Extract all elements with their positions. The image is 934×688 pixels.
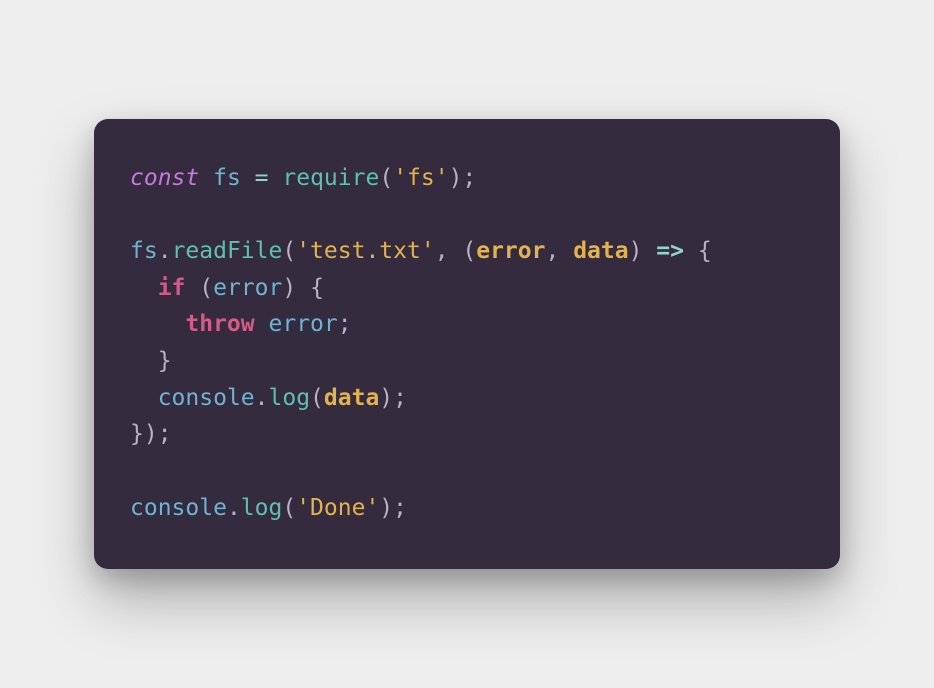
code-token: fs <box>130 238 158 264</box>
code-token: 'fs' <box>393 165 448 191</box>
code-token: . <box>158 238 172 264</box>
code-token: ( <box>282 495 296 521</box>
code-token: fs <box>213 165 241 191</box>
code-token: throw <box>185 311 254 337</box>
code-token <box>130 275 158 301</box>
code-token <box>130 311 185 337</box>
code-token: log <box>269 385 311 411</box>
code-token <box>241 165 255 191</box>
code-token: const <box>130 165 199 191</box>
code-content: const fs = require('fs'); fs.readFile('t… <box>130 165 712 521</box>
code-token: , ( <box>435 238 477 264</box>
code-token <box>199 165 213 191</box>
code-token: ); <box>449 165 477 191</box>
code-token: ( <box>379 165 393 191</box>
code-token: ; <box>338 311 352 337</box>
code-token <box>130 348 158 374</box>
code-token: data <box>573 238 628 264</box>
code-token: 'test.txt' <box>296 238 434 264</box>
code-token: readFile <box>172 238 283 264</box>
code-token: error <box>269 311 338 337</box>
code-token <box>269 165 283 191</box>
code-token: log <box>241 495 283 521</box>
code-token: ); <box>379 385 407 411</box>
code-token: ); <box>379 495 407 521</box>
code-token <box>255 311 269 337</box>
code-token: }); <box>130 421 172 447</box>
code-token: . <box>227 495 241 521</box>
code-block: const fs = require('fs'); fs.readFile('t… <box>130 161 804 527</box>
code-token <box>185 275 199 301</box>
code-token: if <box>158 275 186 301</box>
code-token: console <box>158 385 255 411</box>
code-token: { <box>684 238 712 264</box>
code-token: . <box>255 385 269 411</box>
code-token: error <box>476 238 545 264</box>
code-token: } <box>158 348 172 374</box>
code-token: require <box>282 165 379 191</box>
code-token: ) <box>629 238 657 264</box>
code-token: ( <box>199 275 213 301</box>
code-token: data <box>324 385 379 411</box>
code-token: , <box>545 238 573 264</box>
code-token: error <box>213 275 282 301</box>
code-card: const fs = require('fs'); fs.readFile('t… <box>94 119 840 569</box>
code-token: = <box>255 165 269 191</box>
code-token <box>130 385 158 411</box>
code-token: 'Done' <box>296 495 379 521</box>
code-token: ( <box>282 238 296 264</box>
code-token: ) { <box>282 275 324 301</box>
code-token: => <box>656 238 684 264</box>
code-token: console <box>130 495 227 521</box>
code-token: ( <box>310 385 324 411</box>
